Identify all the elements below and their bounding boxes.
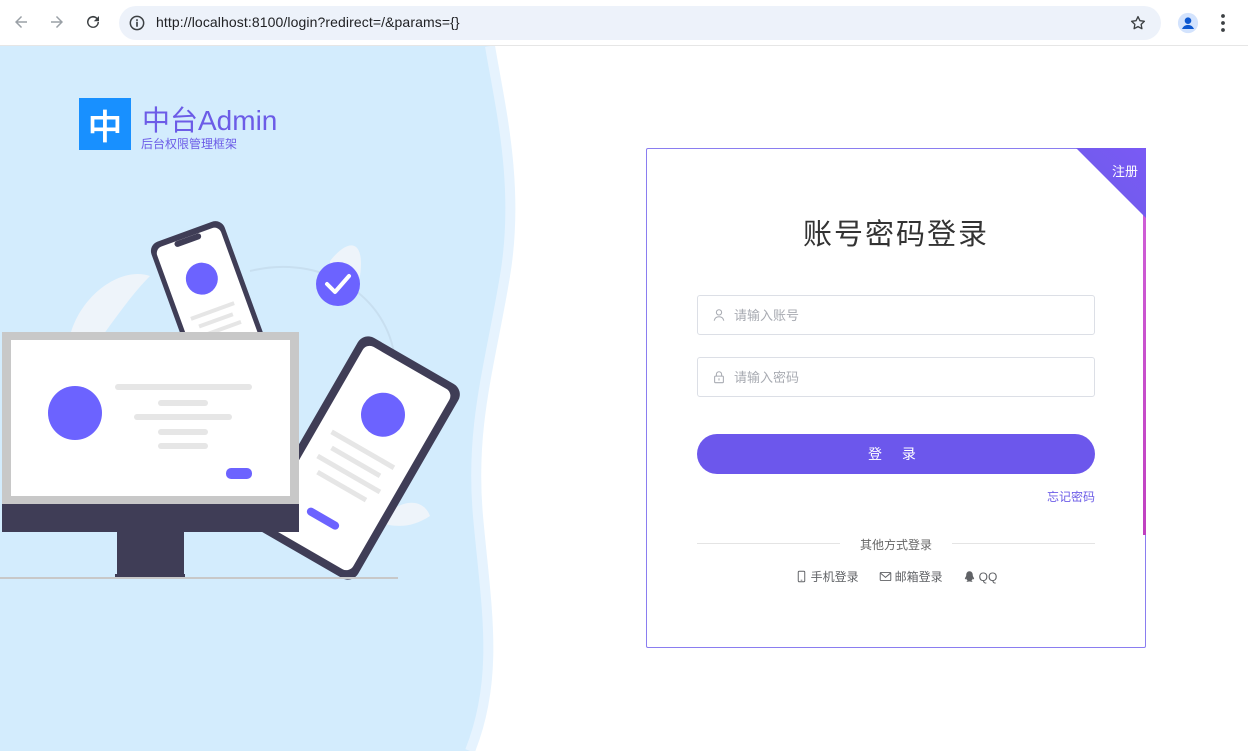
reload-icon — [87, 15, 99, 28]
login-title: 账号密码登录 — [802, 219, 989, 251]
password-input[interactable] — [734, 358, 1084, 396]
login-illustration-panel — [0, 46, 530, 751]
more-menu-icon[interactable] — [1214, 12, 1232, 34]
back-button[interactable] — [7, 8, 35, 36]
forgot-password-link[interactable]: 忘记密码 — [1047, 488, 1095, 505]
other-login-label: 其他方式登录 — [859, 538, 932, 552]
register-corner[interactable] — [1076, 148, 1146, 218]
qq-login-label: QQ — [978, 569, 998, 584]
login-card: 注册 账号密码登录 登 录 忘记密码 其他方式登录 手机登录 — [646, 148, 1146, 648]
phone-login-link[interactable]: 手机登录 — [795, 568, 859, 585]
phone-login-label: 手机登录 — [810, 570, 859, 584]
user-icon — [713, 309, 725, 321]
info-icon[interactable] — [127, 13, 147, 33]
reload-button[interactable] — [79, 8, 107, 36]
username-input[interactable] — [734, 296, 1084, 334]
illustration — [0, 46, 516, 751]
forward-button[interactable] — [43, 8, 71, 36]
qq-icon — [964, 571, 974, 582]
qq-login-link[interactable]: QQ — [963, 568, 998, 585]
divider-line-right — [952, 543, 1095, 544]
browser-toolbar: http://localhost:8100/login?redirect=/&p… — [0, 0, 1248, 46]
bookmark-star-icon[interactable] — [1129, 14, 1147, 32]
arrow-right-icon — [51, 16, 63, 28]
password-field[interactable] — [697, 357, 1095, 397]
profile-icon[interactable] — [1177, 12, 1199, 34]
arrow-left-icon — [15, 16, 27, 28]
lock-icon — [714, 371, 724, 384]
brand-logo: 中 — [79, 98, 131, 150]
login-button[interactable]: 登 录 — [697, 434, 1095, 474]
brand-subtitle: 后台权限管理框架 — [141, 137, 238, 151]
alt-login-methods: 手机登录 邮箱登录 QQ — [647, 568, 1145, 585]
email-login-link[interactable]: 邮箱登录 — [879, 568, 943, 585]
mail-icon — [879, 571, 891, 582]
url-text[interactable]: http://localhost:8100/login?redirect=/&p… — [156, 14, 460, 30]
email-login-label: 邮箱登录 — [894, 570, 943, 584]
mobile-icon — [797, 570, 805, 583]
register-link[interactable]: 注册 — [1112, 161, 1138, 180]
logo-glyph: 中 — [88, 107, 122, 148]
username-field[interactable] — [697, 295, 1095, 335]
other-login-divider: 其他方式登录 — [697, 534, 1095, 554]
address-bar[interactable]: http://localhost:8100/login?redirect=/&p… — [119, 6, 1161, 40]
brand-title: 中台Admin — [142, 105, 278, 136]
